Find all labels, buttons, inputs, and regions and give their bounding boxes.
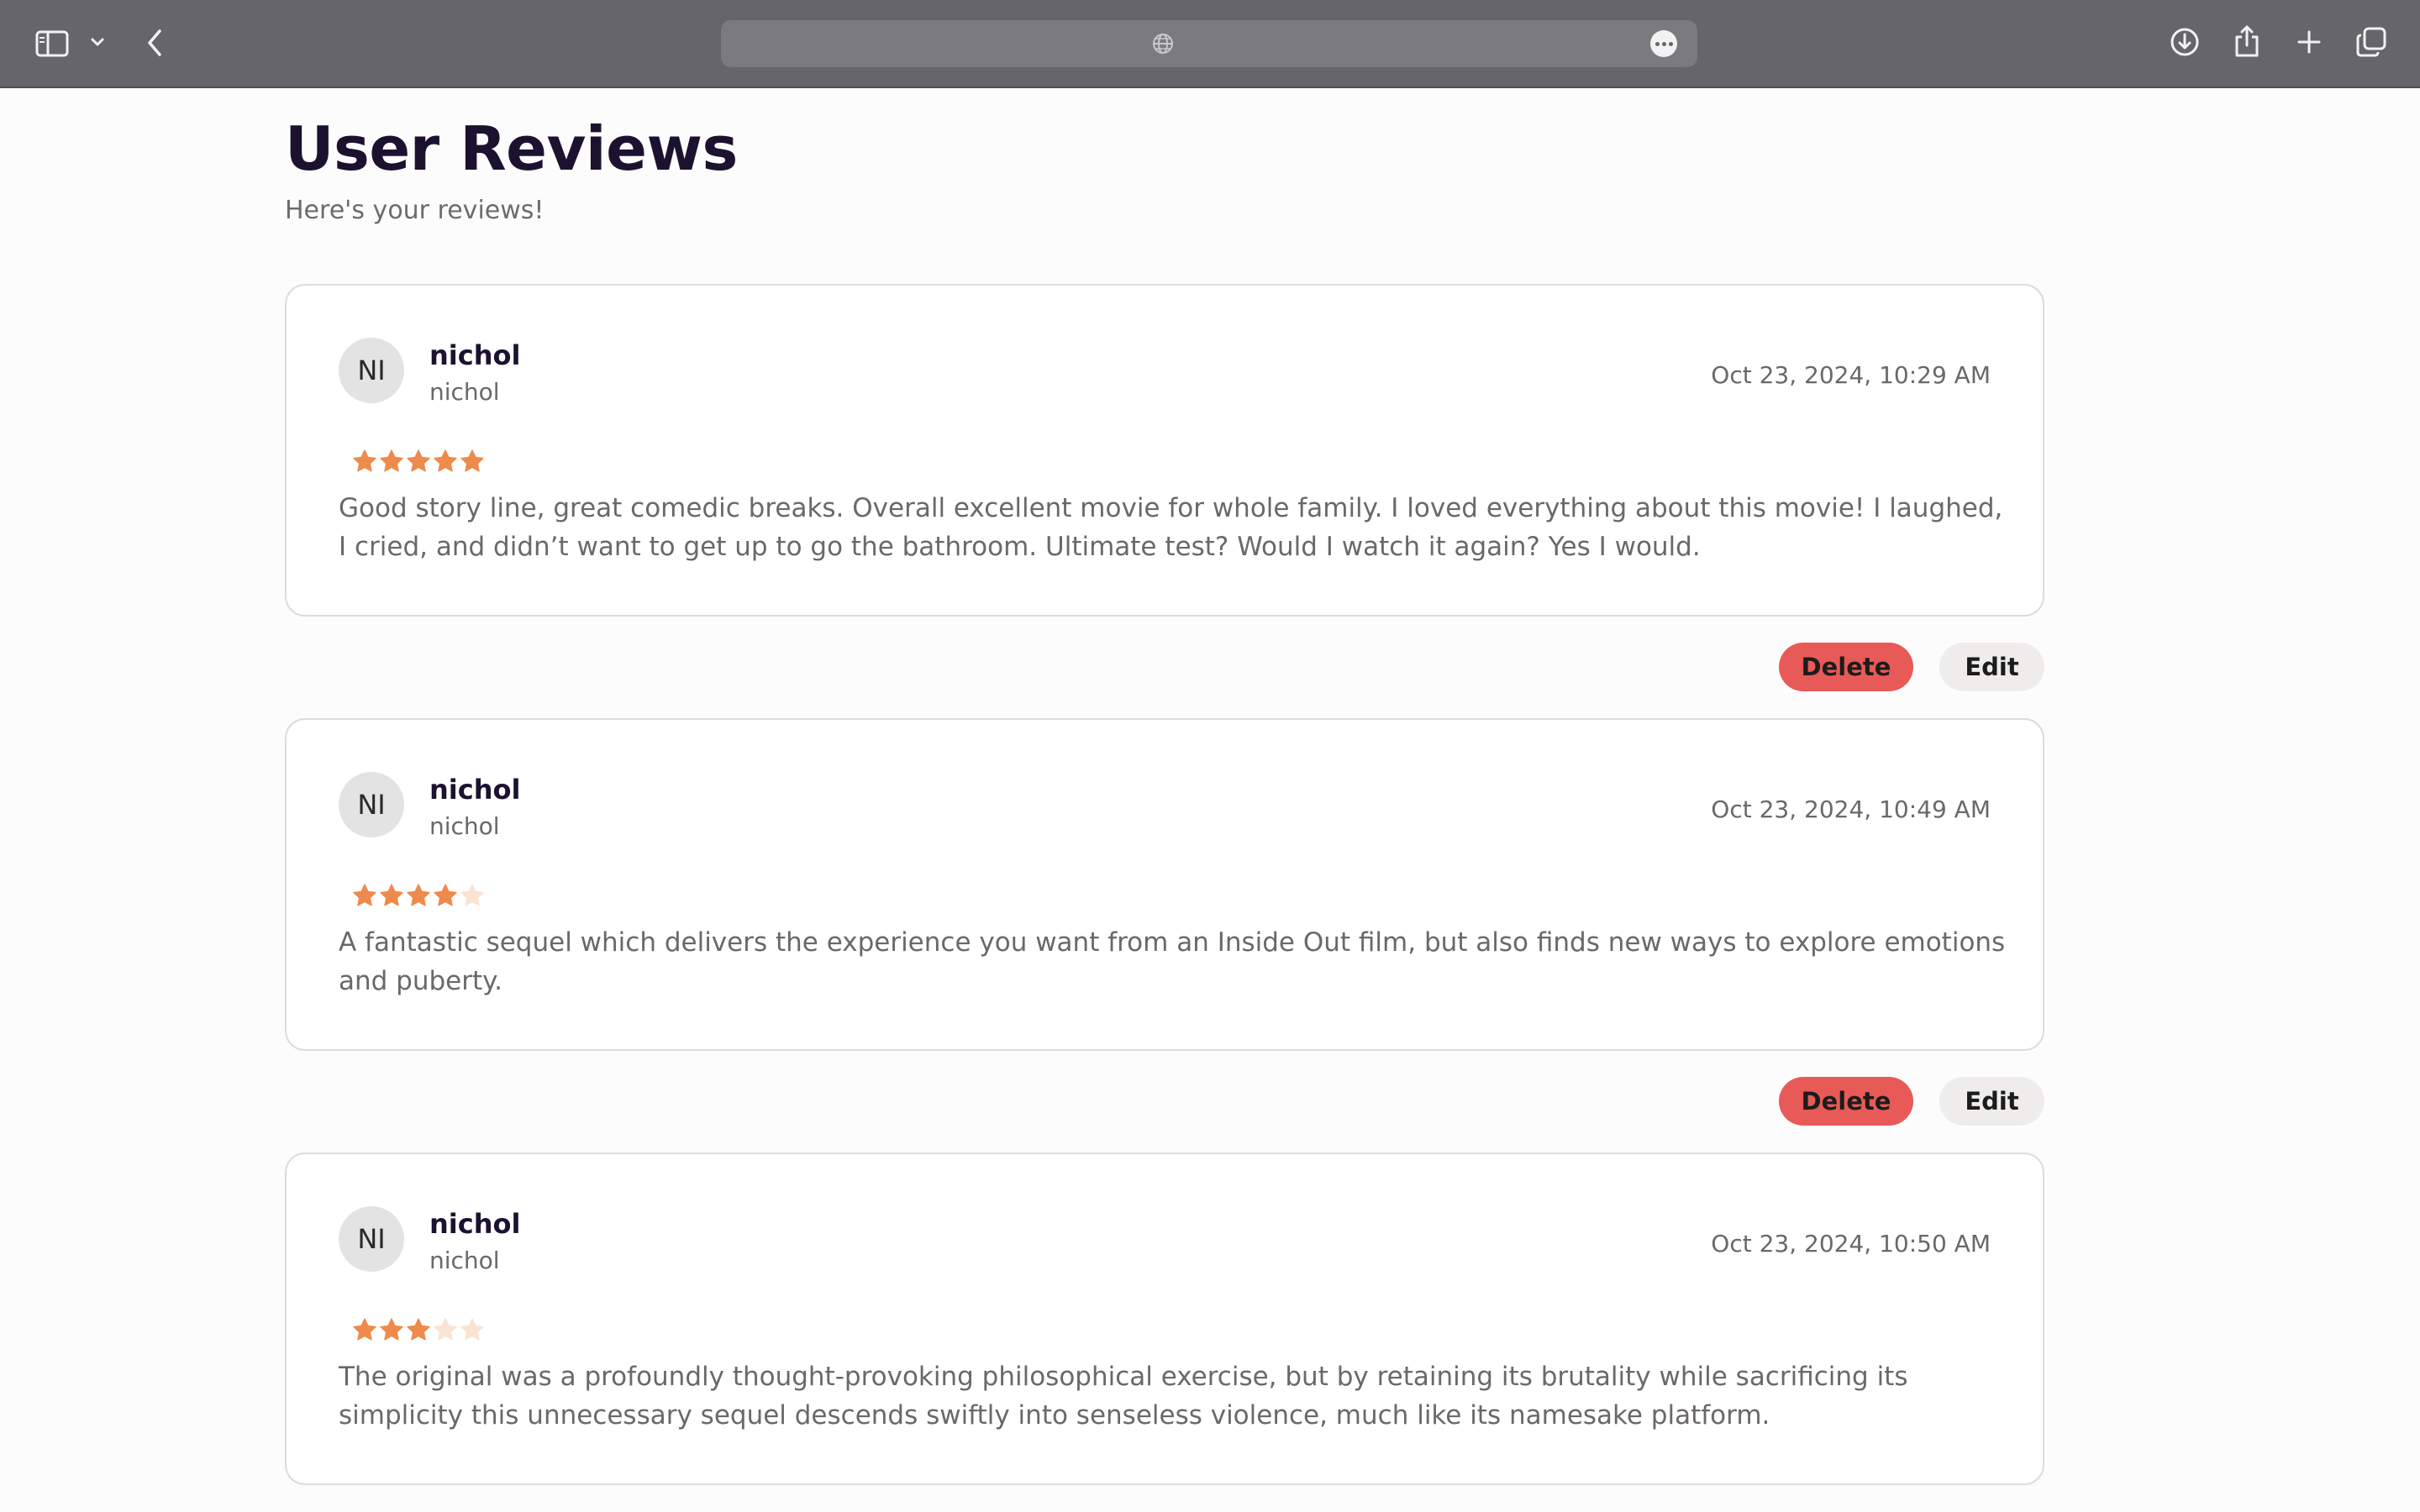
- chevron-down-icon[interactable]: [87, 32, 108, 52]
- star-filled-icon: [460, 449, 484, 472]
- review-text: Good story line, great comedic breaks. O…: [339, 493, 2003, 562]
- share-icon[interactable]: [2232, 22, 2262, 60]
- review-date: Oct 23, 2024, 10:50 AM: [1711, 1230, 1991, 1257]
- edit-button[interactable]: Edit: [1939, 643, 2044, 691]
- back-icon[interactable]: [141, 25, 168, 60]
- page-title: User Reviews: [285, 113, 738, 184]
- page-content: User Reviews Here's your reviews! NI nic…: [0, 90, 2420, 1512]
- globe-icon: [1150, 30, 1176, 57]
- address-bar[interactable]: [721, 20, 1697, 67]
- review-card: NI nichol nichol Oct 23, 2024, 10:49 AM …: [285, 718, 2044, 1051]
- star-empty-icon: [434, 1318, 457, 1341]
- star-filled-icon: [380, 884, 403, 906]
- avatar: NI: [339, 1206, 404, 1272]
- star-filled-icon: [434, 449, 457, 472]
- review-text: A fantastic sequel which delivers the ex…: [339, 927, 2006, 996]
- star-filled-icon: [407, 1318, 430, 1341]
- review-card: NI nichol nichol Oct 23, 2024, 10:50 AM …: [285, 1152, 2044, 1485]
- page-subtitle: Here's your reviews!: [285, 196, 544, 225]
- star-empty-icon: [460, 884, 484, 906]
- star-rating: [352, 1317, 485, 1342]
- reviewer-username: nichol: [429, 812, 500, 840]
- star-filled-icon: [380, 449, 403, 472]
- star-filled-icon: [353, 1318, 376, 1341]
- review-card: NI nichol nichol Oct 23, 2024, 10:29 AM …: [285, 284, 2044, 617]
- tabs-icon[interactable]: [2354, 25, 2388, 59]
- avatar: NI: [339, 338, 404, 403]
- review-date: Oct 23, 2024, 10:49 AM: [1711, 795, 1991, 823]
- reviewer-username: nichol: [429, 1247, 500, 1274]
- star-filled-icon: [353, 884, 376, 906]
- star-filled-icon: [407, 449, 430, 472]
- reviewer-name: nichol: [429, 774, 521, 806]
- browser-toolbar: [0, 0, 2420, 88]
- star-filled-icon: [380, 1318, 403, 1341]
- delete-button[interactable]: Delete: [1779, 643, 1913, 691]
- review-text: The original was a profoundly thought-pr…: [339, 1362, 1908, 1431]
- edit-button[interactable]: Edit: [1939, 1077, 2044, 1126]
- star-filled-icon: [353, 449, 376, 472]
- reviewer-username: nichol: [429, 378, 500, 406]
- star-filled-icon: [434, 884, 457, 906]
- download-icon[interactable]: [2168, 25, 2202, 59]
- star-filled-icon: [407, 884, 430, 906]
- sidebar-icon[interactable]: [32, 25, 72, 62]
- review-date: Oct 23, 2024, 10:29 AM: [1711, 361, 1991, 389]
- star-rating: [352, 449, 485, 474]
- star-rating: [352, 883, 485, 908]
- star-empty-icon: [460, 1318, 484, 1341]
- delete-button[interactable]: Delete: [1779, 1077, 1913, 1126]
- reviewer-name: nichol: [429, 1208, 521, 1240]
- plus-icon[interactable]: [2294, 27, 2324, 57]
- avatar: NI: [339, 772, 404, 837]
- reviewer-name: nichol: [429, 339, 521, 371]
- more-icon[interactable]: [1650, 30, 1677, 57]
